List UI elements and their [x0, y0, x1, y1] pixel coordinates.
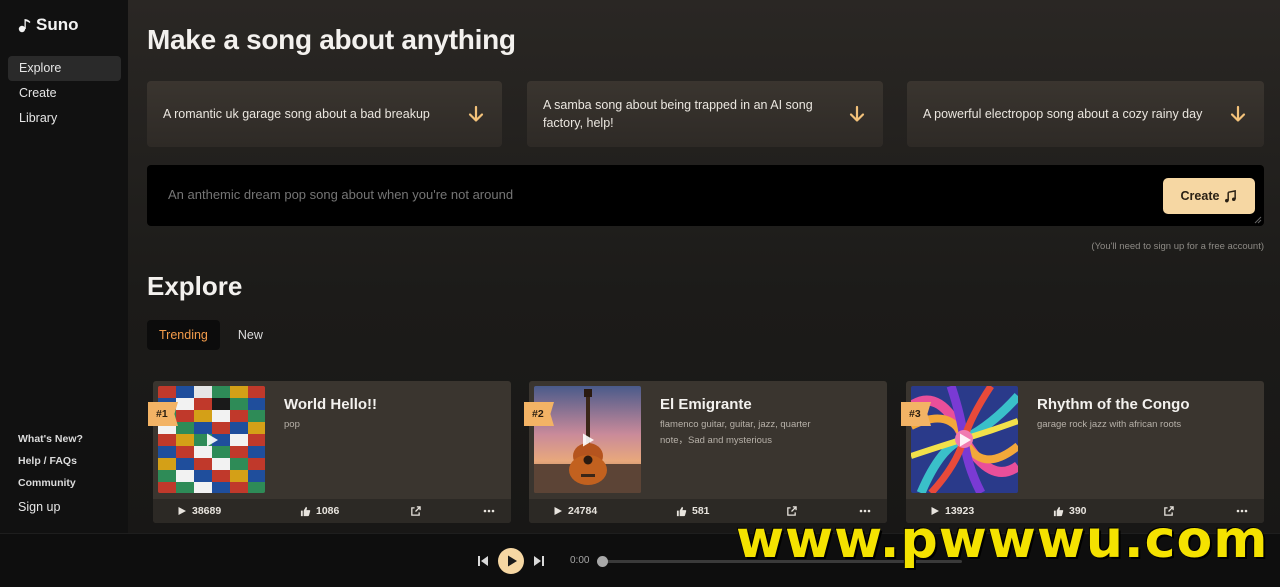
rank-badge: #2 — [524, 402, 554, 426]
suggestion-text: A romantic uk garage song about a bad br… — [163, 107, 430, 121]
song-prompt-input[interactable] — [168, 187, 1068, 202]
song-title[interactable]: World Hello!! — [284, 396, 377, 413]
rank-badge: #3 — [901, 402, 931, 426]
song-card-footer: 38689 1086 — [153, 499, 511, 523]
play-count[interactable]: 38689 — [177, 505, 221, 517]
play-icon — [508, 555, 517, 567]
sidebar-item-explore[interactable]: Explore — [8, 56, 121, 81]
create-button-label: Create — [1180, 189, 1220, 203]
song-prompt-box: Create — [147, 165, 1264, 226]
thumbs-up-icon — [676, 506, 687, 516]
sidebar: Suno Explore Create Library What's New? … — [0, 0, 128, 533]
rank-badge: #1 — [148, 402, 178, 426]
explore-heading: Explore — [147, 271, 243, 301]
explore-tabs: Trending New — [147, 320, 275, 350]
song-tags: flamenco guitar, guitar, jazz, quarter n… — [660, 419, 811, 446]
song-title[interactable]: El Emigrante — [660, 396, 752, 413]
suno-logo[interactable]: Suno — [18, 15, 79, 35]
sign-up-link[interactable]: Sign up — [18, 496, 83, 518]
like-count-value: 581 — [692, 505, 710, 517]
page-title: Make a song about anything — [147, 24, 516, 55]
song-card[interactable]: World Hello!! pop 38689 1086 — [153, 381, 511, 523]
arrow-down-icon — [468, 105, 484, 122]
main-content: Make a song about anything A romantic uk… — [128, 0, 1280, 533]
more-options-icon[interactable] — [483, 509, 495, 513]
play-count[interactable]: 24784 — [553, 505, 597, 517]
seek-handle[interactable] — [597, 556, 608, 567]
play-count-value: 38689 — [192, 505, 222, 517]
community-link[interactable]: Community — [18, 472, 83, 494]
sidebar-item-create[interactable]: Create — [8, 81, 121, 106]
like-count[interactable]: 1086 — [300, 505, 339, 517]
play-icon — [178, 507, 186, 515]
song-title[interactable]: Rhythm of the Congo — [1037, 396, 1189, 413]
play-icon — [554, 507, 562, 515]
suggestion-card[interactable]: A samba song about being trapped in an A… — [527, 81, 883, 147]
suggestion-card[interactable]: A romantic uk garage song about a bad br… — [147, 81, 502, 147]
arrow-down-icon — [849, 105, 865, 122]
music-note-logo-icon — [18, 19, 31, 33]
music-note-icon — [1225, 189, 1237, 202]
like-count[interactable]: 581 — [676, 505, 710, 517]
thumbs-up-icon — [300, 506, 311, 516]
skip-forward-icon[interactable] — [528, 550, 550, 572]
sidebar-nav: Explore Create Library — [8, 56, 121, 131]
help-faqs-link[interactable]: Help / FAQs — [18, 450, 83, 472]
share-icon[interactable] — [410, 505, 421, 517]
signup-note: (You'll need to sign up for a free accou… — [1091, 241, 1264, 252]
watermark-text: www.pwwwu.com — [736, 510, 1269, 570]
skip-back-icon[interactable] — [472, 550, 494, 572]
play-icon[interactable] — [580, 432, 596, 448]
play-pause-button[interactable] — [498, 548, 524, 574]
song-tags: garage rock jazz with african roots — [1037, 419, 1182, 430]
play-icon[interactable] — [957, 432, 973, 448]
whats-new-link[interactable]: What's New? — [18, 428, 83, 450]
suggestion-text: A powerful electropop song about a cozy … — [923, 107, 1203, 121]
song-tags: pop — [284, 419, 300, 430]
create-button[interactable]: Create — [1163, 178, 1255, 214]
tab-trending[interactable]: Trending — [147, 320, 220, 350]
arrow-down-icon — [1230, 105, 1246, 122]
suggestion-card[interactable]: A powerful electropop song about a cozy … — [907, 81, 1264, 147]
sidebar-item-library[interactable]: Library — [8, 106, 121, 131]
tab-new[interactable]: New — [226, 320, 275, 350]
song-card[interactable]: Rhythm of the Congo garage rock jazz wit… — [906, 381, 1264, 523]
sidebar-footer: What's New? Help / FAQs Community Sign u… — [18, 428, 83, 518]
suggestion-text: A samba song about being trapped in an A… — [543, 98, 813, 130]
like-count-value: 1086 — [316, 505, 340, 517]
resize-grip-icon[interactable] — [1254, 216, 1262, 224]
play-count-value: 24784 — [568, 505, 598, 517]
play-icon[interactable] — [204, 432, 220, 448]
current-time: 0:00 — [570, 555, 590, 566]
app-name: Suno — [36, 15, 79, 34]
song-card[interactable]: El Emigrante flamenco guitar, guitar, ja… — [529, 381, 887, 523]
